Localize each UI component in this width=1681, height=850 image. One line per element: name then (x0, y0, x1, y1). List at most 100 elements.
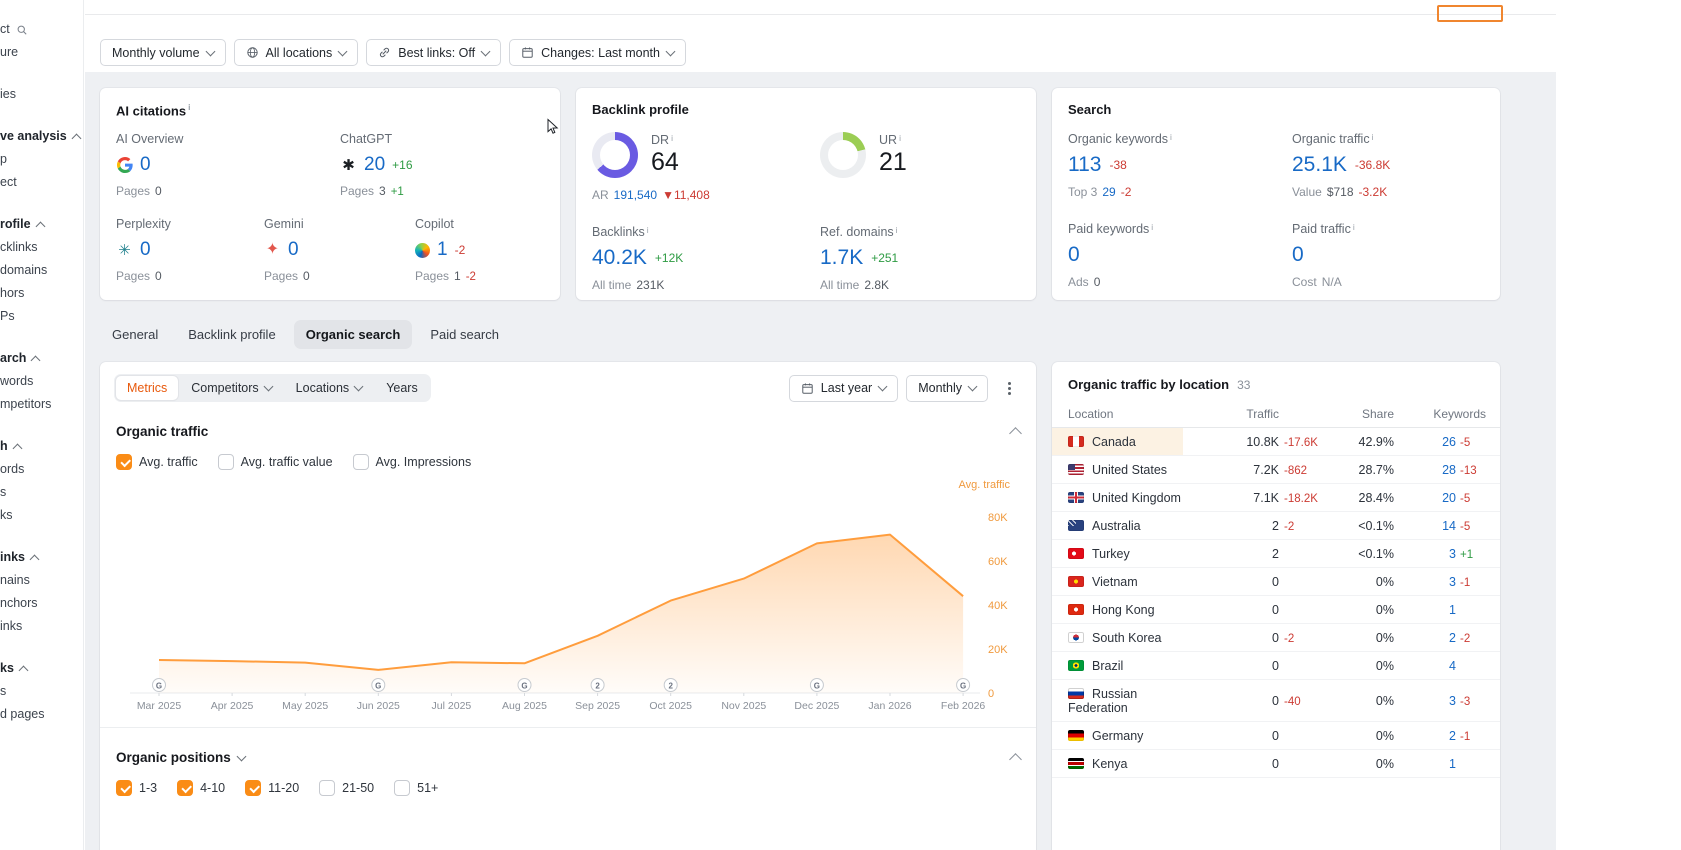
sidebar-item-nchors[interactable]: nchors (0, 592, 83, 615)
tab-backlink-profile[interactable]: Backlink profile (176, 320, 287, 349)
nav-years[interactable]: Years (375, 376, 429, 400)
sidebar-item-ords[interactable]: ords (0, 458, 83, 481)
sidebar-section-arch[interactable]: arch (0, 347, 83, 370)
sidebar-item-ks[interactable]: ks (0, 504, 83, 527)
granularity-button[interactable]: Monthly (906, 374, 988, 402)
tab-paid-search[interactable]: Paid search (418, 320, 511, 349)
ai-engine-value[interactable]: 0 (288, 239, 299, 261)
location-row-vietnam[interactable]: Vietnam 0 0% 3 -1 (1052, 567, 1500, 596)
keywords-value[interactable]: 26 (1434, 435, 1456, 449)
sidebar-item-ure[interactable]: ure (0, 41, 83, 64)
metric-value[interactable]: 113 (1068, 153, 1101, 177)
position-toggle-21-50[interactable]: 21-50 (319, 780, 374, 796)
nav-metrics[interactable]: Metrics (116, 376, 179, 400)
column-location[interactable]: Location (1052, 401, 1183, 428)
location-row-hong-kong[interactable]: Hong Kong 0 0% 1 (1052, 595, 1500, 624)
info-icon[interactable]: i (188, 102, 190, 112)
sidebar-item-d-pages[interactable]: d pages (0, 703, 83, 726)
keywords-value[interactable]: 2 (1434, 631, 1456, 645)
sidebar-item-cklinks[interactable]: cklinks (0, 236, 83, 259)
sidebar-item-hors[interactable]: hors (0, 282, 83, 305)
ref-domains-value[interactable]: 1.7K (820, 246, 863, 270)
date-range-button[interactable]: Last year (788, 374, 899, 402)
info-icon[interactable]: i (1353, 222, 1355, 232)
sidebar-section-rofile[interactable]: rofile (0, 213, 83, 236)
sidebar-item-ect[interactable]: ect (0, 171, 83, 194)
checkbox-checked[interactable] (245, 780, 262, 796)
sidebar-item-ies[interactable]: ies (0, 83, 83, 106)
checkbox-unchecked[interactable] (352, 454, 369, 470)
tab-general[interactable]: General (100, 320, 170, 349)
checkbox-unchecked[interactable] (394, 780, 411, 796)
location-row-australia[interactable]: Australia 2 -2 <0.1% 14 -5 (1052, 511, 1500, 540)
location-row-turkey[interactable]: Turkey 2 <0.1% 3 +1 (1052, 539, 1500, 568)
sidebar-section-inks[interactable]: inks (0, 546, 83, 569)
sidebar-section-ve-analysis[interactable]: ve analysis (0, 125, 83, 148)
more-options-button[interactable] (996, 375, 1022, 401)
keywords-value[interactable]: 4 (1434, 659, 1456, 673)
keywords-value[interactable]: 28 (1434, 463, 1456, 477)
sidebar-section-ks[interactable]: ks (0, 657, 83, 680)
info-icon[interactable]: i (1372, 132, 1374, 142)
filter-all-locations[interactable]: All locations (233, 39, 359, 66)
column-share[interactable]: Share (1330, 401, 1394, 428)
column-keywords[interactable]: Keywords (1394, 401, 1500, 428)
keywords-value[interactable]: 1 (1434, 603, 1456, 617)
info-icon[interactable]: i (1170, 132, 1172, 142)
nav-competitors[interactable]: Competitors (180, 376, 282, 400)
location-row-germany[interactable]: Germany 0 0% 2 -1 (1052, 721, 1500, 750)
tab-organic-search[interactable]: Organic search (293, 320, 413, 349)
metric-value[interactable]: 0 (1292, 243, 1304, 267)
keywords-value[interactable]: 20 (1434, 491, 1456, 505)
location-row-brazil[interactable]: Brazil 0 0% 4 (1052, 651, 1500, 680)
sidebar-item-s[interactable]: s (0, 481, 83, 504)
nav-locations[interactable]: Locations (285, 376, 374, 400)
checkbox-checked[interactable] (177, 780, 194, 796)
location-row-russian-federation[interactable]: Russian Federation 0 -40 0% 3 -3 (1052, 679, 1500, 722)
info-icon[interactable]: i (899, 133, 901, 143)
checkbox-unchecked[interactable] (319, 780, 336, 796)
info-icon[interactable]: i (896, 225, 898, 235)
sidebar-section-h[interactable]: h (0, 435, 83, 458)
keywords-value[interactable]: 14 (1434, 519, 1456, 533)
metric-value[interactable]: 0 (1068, 243, 1080, 267)
sidebar-item-domains[interactable]: domains (0, 259, 83, 282)
checkbox-checked[interactable] (116, 454, 132, 470)
sidebar-item-p[interactable]: p (0, 148, 83, 171)
checkbox-checked[interactable] (116, 780, 132, 796)
location-row-south-korea[interactable]: South Korea 0 -2 0% 2 -2 (1052, 623, 1500, 652)
series-toggle-avg-traffic-value[interactable]: Avg. traffic value (217, 454, 333, 470)
sidebar-item-words[interactable]: words (0, 370, 83, 393)
keywords-value[interactable]: 2 (1434, 729, 1456, 743)
sidebar-item-ps[interactable]: Ps (0, 305, 83, 328)
position-toggle-1-3[interactable]: 1-3 (116, 780, 157, 796)
position-toggle-11-20[interactable]: 11-20 (245, 780, 299, 796)
checkbox-unchecked[interactable] (217, 454, 234, 470)
position-toggle-4-10[interactable]: 4-10 (177, 780, 225, 796)
keywords-value[interactable]: 3 (1434, 694, 1456, 708)
metric-value[interactable]: 25.1K (1292, 153, 1347, 177)
chevron-down-icon[interactable] (236, 751, 247, 761)
collapse-section-icon[interactable] (1009, 426, 1022, 440)
position-toggle-51[interactable]: 51+ (394, 780, 438, 796)
backlinks-value[interactable]: 40.2K (592, 246, 647, 270)
location-row-united-states[interactable]: United States 7.2K -862 28.7% 28 -13 (1052, 455, 1500, 484)
sidebar-item-nains[interactable]: nains (0, 569, 83, 592)
ai-engine-value[interactable]: 0 (140, 239, 151, 261)
keywords-value[interactable]: 3 (1434, 547, 1456, 561)
keywords-value[interactable]: 1 (1434, 757, 1456, 771)
column-traffic[interactable]: Traffic (1183, 401, 1330, 428)
series-toggle-avg-traffic[interactable]: Avg. traffic (116, 454, 198, 470)
collapse-section-icon[interactable] (1009, 752, 1022, 766)
sidebar-item-inks[interactable]: inks (0, 615, 83, 638)
keywords-value[interactable]: 3 (1434, 575, 1456, 589)
sidebar-item-ct[interactable]: ct (0, 18, 83, 41)
location-row-kenya[interactable]: Kenya 0 0% 1 (1052, 749, 1500, 778)
sidebar-item-mpetitors[interactable]: mpetitors (0, 393, 83, 416)
organic-traffic-chart[interactable]: 0 20K 40K 60K 80K Mar 2025 Apr 2025 May 2025 Jun… (100, 493, 1036, 721)
ar-value[interactable]: 191,540 (614, 188, 657, 202)
filter-monthly-volume[interactable]: Monthly volume (100, 39, 226, 66)
location-row-united-kingdom[interactable]: United Kingdom 7.1K -18.2K 28.4% 20 -5 (1052, 483, 1500, 512)
filter-changes-last-month[interactable]: Changes: Last month (509, 39, 686, 66)
ai-engine-value[interactable]: 0 (140, 154, 151, 176)
